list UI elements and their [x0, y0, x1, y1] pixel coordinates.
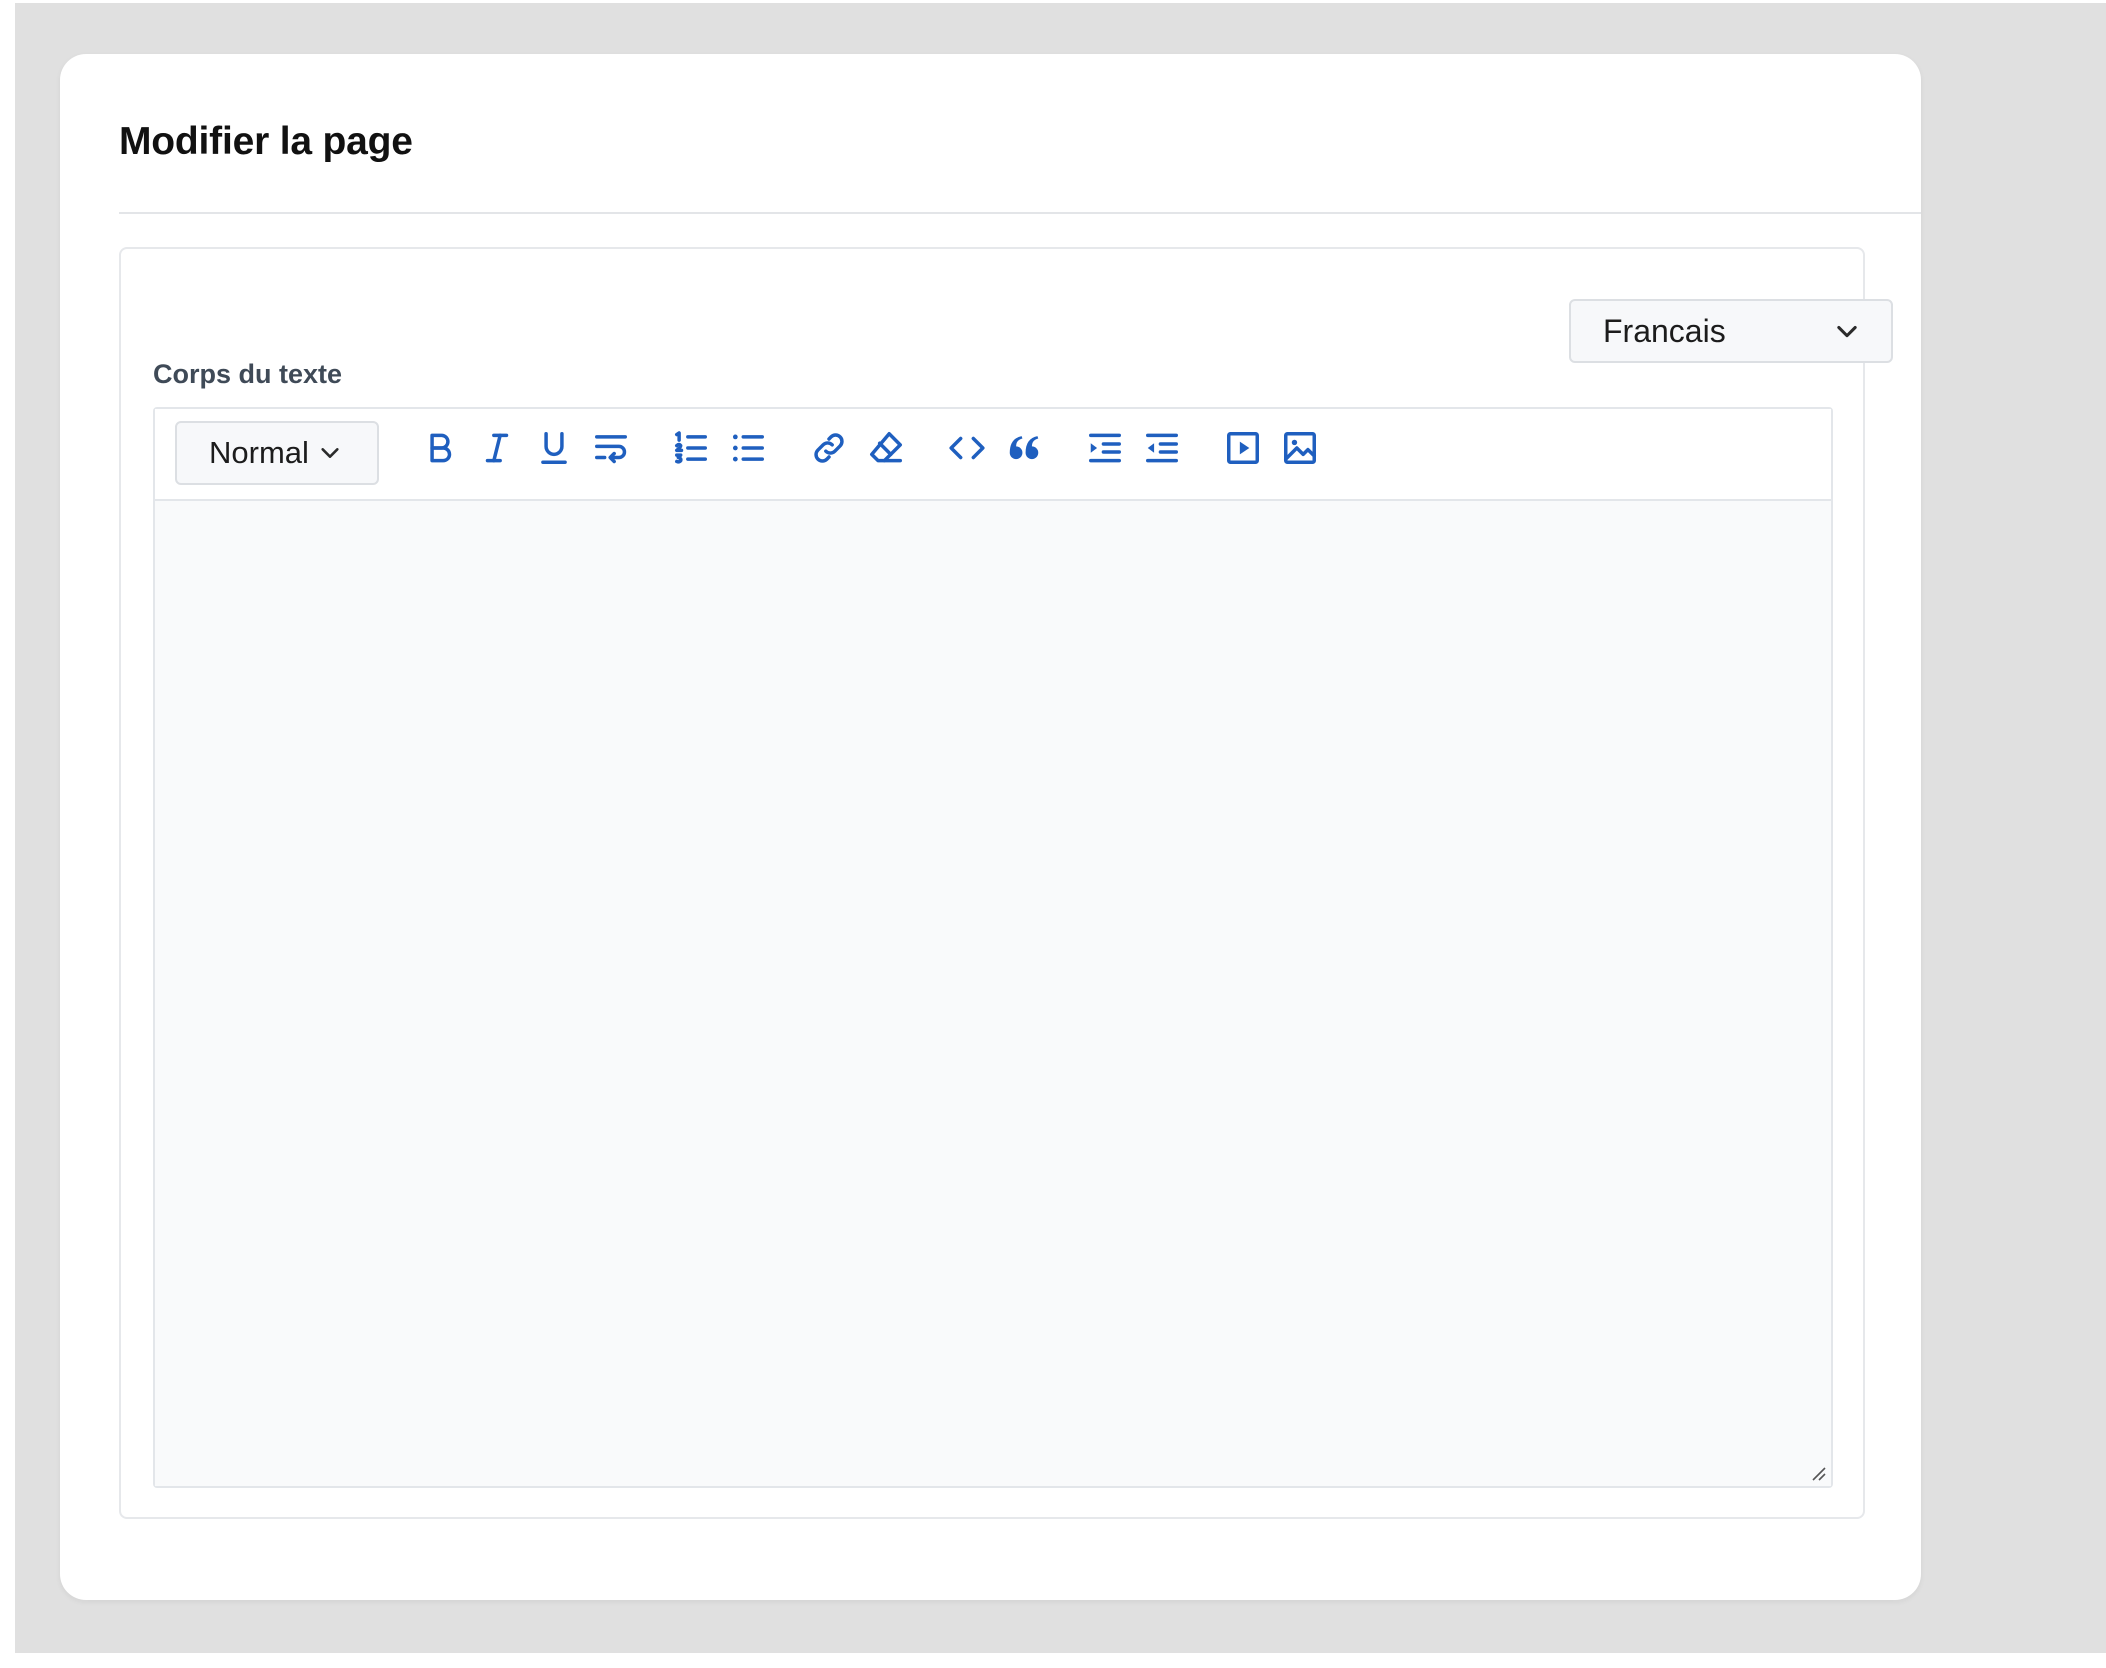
italic-icon — [485, 433, 509, 463]
image-icon — [1284, 432, 1316, 464]
video-icon — [1227, 432, 1259, 464]
page-title: Modifier la page — [119, 120, 413, 163]
eraser-icon — [870, 432, 902, 463]
language-select-value: Francais — [1603, 312, 1726, 349]
bullet-list-button[interactable] — [726, 426, 770, 470]
format-select[interactable]: Normal — [175, 421, 379, 485]
content-panel: Francais Corps du texte Normal — [119, 247, 1893, 1519]
editor-toolbar: Normal — [155, 409, 1831, 501]
clear-format-button[interactable] — [864, 426, 908, 470]
image-button[interactable] — [1278, 426, 1322, 470]
code-button[interactable] — [945, 426, 989, 470]
bullet-list-icon — [732, 434, 764, 462]
italic-button[interactable] — [475, 426, 519, 470]
chevron-down-icon — [321, 448, 339, 458]
code-icon — [949, 436, 985, 460]
bold-button[interactable] — [418, 426, 462, 470]
edit-page-card: Modifier la page Francais Corps du texte… — [60, 54, 1921, 1600]
link-button[interactable] — [807, 426, 851, 470]
bold-icon — [430, 433, 452, 463]
blockquote-icon — [1009, 436, 1039, 460]
ordered-list-icon — [675, 431, 707, 464]
ordered-list-button[interactable] — [669, 426, 713, 470]
chevron-down-icon — [1837, 325, 1857, 338]
indent-button[interactable] — [1083, 426, 1127, 470]
title-divider — [119, 212, 1921, 214]
indent-icon — [1089, 433, 1121, 463]
blockquote-button[interactable] — [1002, 426, 1046, 470]
underline-icon — [541, 432, 567, 464]
outdent-button[interactable] — [1140, 426, 1184, 470]
video-button[interactable] — [1221, 426, 1265, 470]
outdent-icon — [1146, 433, 1178, 463]
rich-text-editor: Normal — [153, 407, 1833, 1488]
underline-button[interactable] — [532, 426, 576, 470]
field-label: Corps du texte — [153, 359, 343, 389]
editor-content-area[interactable] — [155, 501, 1831, 1486]
format-select-value: Normal — [209, 435, 309, 470]
resize-handle-icon[interactable] — [1809, 1464, 1827, 1482]
text-wrap-icon — [595, 435, 627, 464]
text-wrap-button[interactable] — [589, 426, 633, 470]
link-icon — [814, 433, 844, 463]
language-select[interactable]: Francais — [1569, 299, 1893, 363]
